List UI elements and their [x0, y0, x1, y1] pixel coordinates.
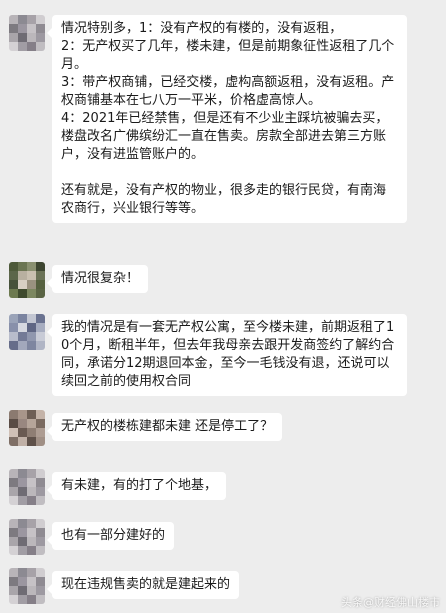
message-text: 2：无产权买了几年，楼未建，但是前期象征性返租了几个月。	[61, 39, 395, 72]
message-text: 4：2021年已经禁售，但是还有不少业主踩坑被骗去买，楼盘改名广佛缤纷汇一直在售…	[61, 111, 389, 162]
message-bubble[interactable]: 我的情况是有一套无产权公寓，至今楼未建，前期返租了10个月，断租半年，但去年我母…	[47, 314, 407, 396]
avatar[interactable]	[9, 519, 45, 555]
watermark: 头条@财经佛山楼市	[341, 596, 440, 609]
avatar[interactable]	[9, 314, 45, 350]
avatar[interactable]	[9, 15, 45, 51]
message-bubble[interactable]: 也有一部分建好的	[46, 522, 175, 550]
avatar[interactable]	[9, 568, 45, 604]
message-text: 情况很复杂！	[61, 271, 140, 286]
message-bubble[interactable]: 情况很复杂！	[46, 265, 149, 293]
avatar[interactable]	[9, 469, 45, 505]
message-text: 我的情况是有一套无产权公寓，至今楼未建，前期返租了10个月，断租半年，但去年我母…	[61, 320, 395, 389]
message-text: 3：带产权商铺，已经交楼，虚构高额返租，没有返租。产权商铺基本在七八万一平米，价…	[61, 75, 395, 108]
message-bubble[interactable]: 有未建，有的打了个地基，	[46, 472, 227, 500]
message-text: 还有就是，没有产权的物业，很多走的银行民贷，有南海农商行，兴业银行等等。	[61, 183, 387, 216]
message-text: 无产权的楼栋建都未建 还是停工了？	[61, 419, 274, 434]
message-text: 情况特别多，1：没有产权的有楼的，没有返租，	[61, 21, 343, 36]
avatar[interactable]	[9, 410, 45, 446]
avatar[interactable]	[9, 262, 45, 298]
message-text: 现在违规售卖的就是建起来的	[61, 577, 231, 592]
message-text: 有未建，有的打了个地基，	[61, 478, 218, 493]
message-bubble[interactable]: 无产权的楼栋建都未建 还是停工了？	[46, 413, 283, 441]
message-bubble[interactable]: 情况特别多，1：没有产权的有楼的，没有返租， 2：无产权买了几年，楼未建，但是前…	[47, 15, 407, 223]
message-text: 也有一部分建好的	[61, 528, 166, 543]
message-bubble[interactable]: 现在违规售卖的就是建起来的	[46, 571, 240, 599]
